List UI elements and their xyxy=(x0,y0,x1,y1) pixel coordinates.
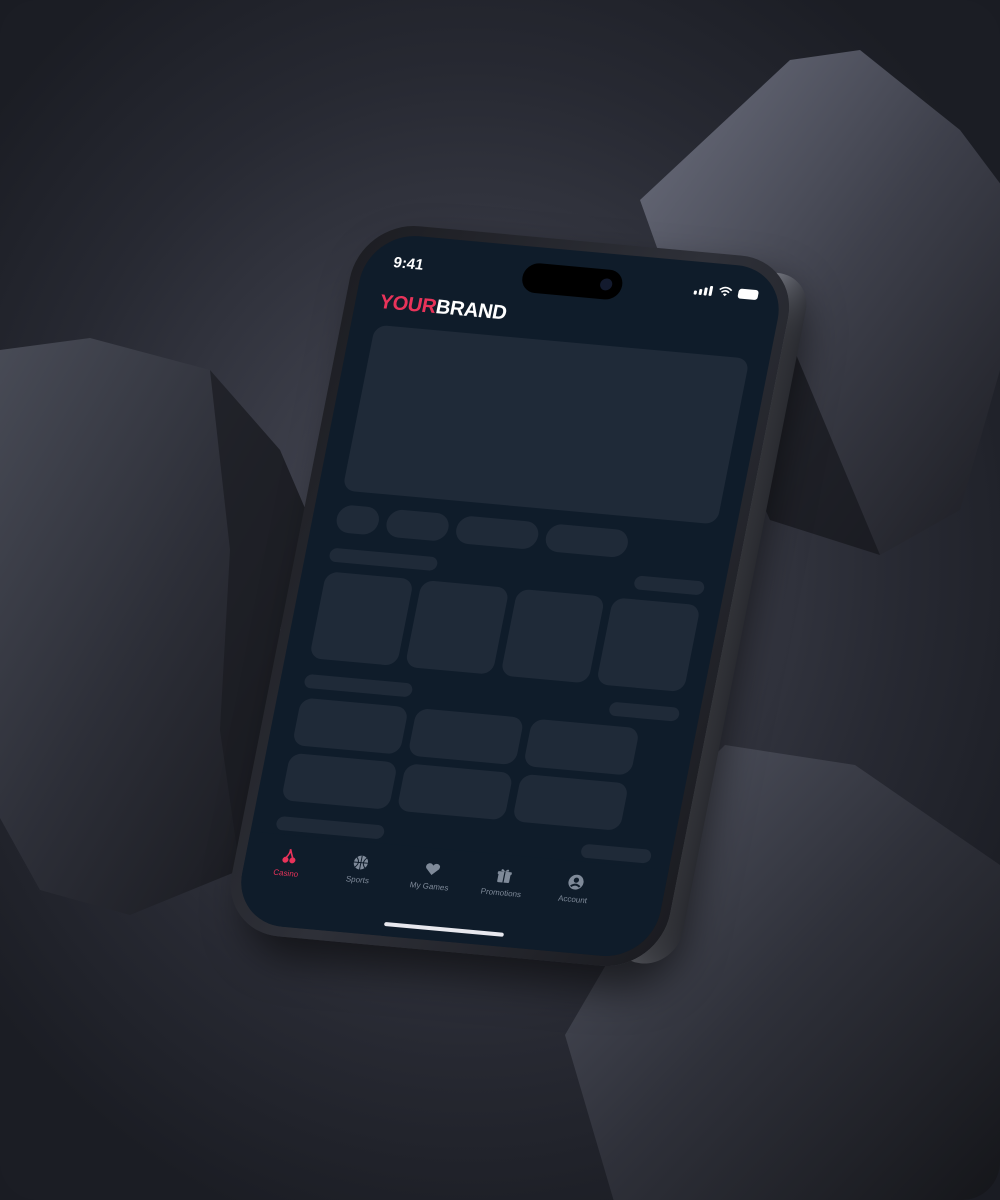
hero-banner-placeholder[interactable] xyxy=(342,324,750,525)
game-card-placeholder[interactable] xyxy=(407,708,525,766)
brand-part-accent: YOUR xyxy=(377,291,439,318)
game-tile-placeholder[interactable] xyxy=(404,579,510,675)
brand-part-main: BRAND xyxy=(433,296,509,325)
game-card-placeholder[interactable] xyxy=(522,718,640,776)
game-card-placeholder[interactable] xyxy=(281,752,398,810)
phone-screen: 9:41 YOURBRAND Casino Sports My Games Pr… xyxy=(232,231,788,961)
tab-my-games[interactable]: My Games xyxy=(393,857,469,894)
battery-icon xyxy=(737,288,760,300)
phone-mockup: 9:41 YOURBRAND Casino Sports My Games Pr… xyxy=(220,220,813,972)
section-title-placeholder xyxy=(303,673,414,698)
tab-label: Promotions xyxy=(479,886,522,900)
section-title-placeholder xyxy=(328,547,439,572)
game-tile-placeholder[interactable] xyxy=(309,571,414,667)
category-pill-placeholder[interactable] xyxy=(334,504,382,536)
game-card-placeholder[interactable] xyxy=(291,697,409,755)
basketball-icon xyxy=(353,855,369,870)
tab-sports[interactable]: Sports xyxy=(322,851,398,888)
brand-logo[interactable]: YOURBRAND xyxy=(377,291,508,325)
tab-label: My Games xyxy=(409,880,450,893)
phone-body: 9:41 YOURBRAND Casino Sports My Games Pr… xyxy=(220,220,800,972)
mockup-background: 9:41 YOURBRAND Casino Sports My Games Pr… xyxy=(0,0,1000,1200)
see-all-placeholder[interactable] xyxy=(633,575,706,596)
game-card-placeholder[interactable] xyxy=(512,773,629,831)
status-icons xyxy=(693,284,760,301)
game-card-placeholder[interactable] xyxy=(396,763,514,821)
tab-label: Account xyxy=(557,893,588,906)
tab-label: Casino xyxy=(272,867,300,879)
gift-icon xyxy=(497,869,512,883)
dynamic-island xyxy=(519,262,626,301)
cherry-icon xyxy=(282,848,296,864)
status-time: 9:41 xyxy=(391,254,426,274)
heart-icon xyxy=(426,863,441,876)
wifi-icon xyxy=(719,286,733,297)
tab-label: Sports xyxy=(345,874,370,886)
game-tile-placeholder[interactable] xyxy=(500,588,606,684)
category-pill-placeholder[interactable] xyxy=(383,508,452,542)
tab-promotions[interactable]: Promotions xyxy=(465,864,541,901)
tab-account[interactable]: Account xyxy=(537,870,613,907)
game-tile-placeholder[interactable] xyxy=(595,597,701,693)
home-indicator[interactable] xyxy=(383,921,505,937)
tab-casino[interactable]: Casino xyxy=(250,844,326,881)
user-icon xyxy=(568,874,584,890)
category-pill-placeholder[interactable] xyxy=(543,523,631,559)
see-all-placeholder[interactable] xyxy=(608,701,681,722)
category-pill-placeholder[interactable] xyxy=(453,515,541,551)
see-all-placeholder[interactable] xyxy=(579,843,653,864)
signal-icon xyxy=(693,284,714,296)
